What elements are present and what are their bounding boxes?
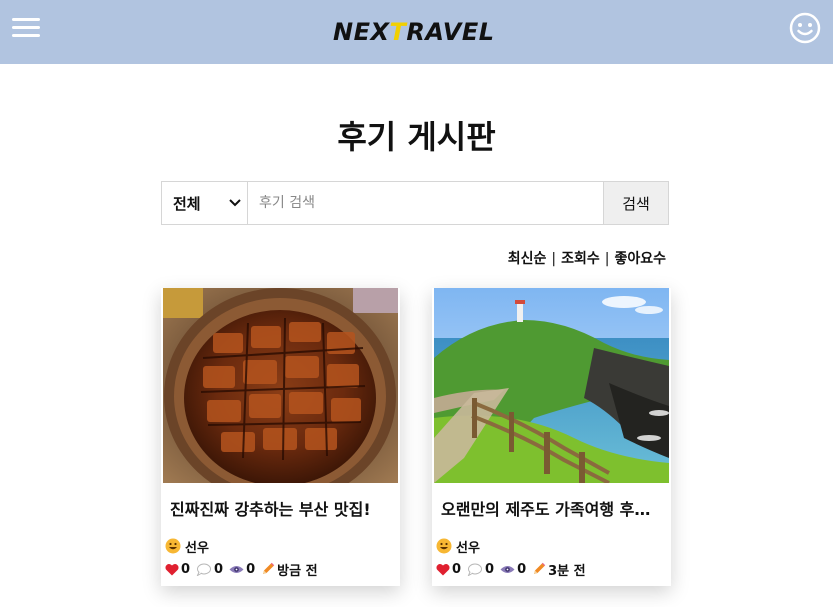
brand-logo[interactable]: NEXTRAVEL — [333, 14, 495, 50]
post-stats: 0 0 0 3분 전 — [436, 560, 592, 579]
heart-icon — [436, 563, 450, 575]
view-count-value: 0 — [246, 561, 256, 577]
search-button[interactable]: 검색 — [603, 182, 668, 224]
page-title: 후기 게시판 — [337, 118, 496, 156]
view-count-value: 0 — [517, 561, 527, 577]
post-author-name: 선우 — [456, 540, 480, 556]
post-title[interactable]: 오랜만의 제주도 가족여행 후… — [441, 496, 665, 520]
sort-separator: | — [551, 251, 557, 267]
sort-likes-link[interactable]: 좋아요수 — [614, 251, 666, 267]
post-thumbnail-eel-bowl[interactable] — [163, 288, 398, 483]
top-header: NEXTRAVEL — [0, 0, 833, 64]
post-time-value: 방금 전 — [277, 563, 318, 579]
view-count: 0 — [229, 562, 255, 577]
grinning-face-emoji-icon — [436, 538, 452, 554]
sort-separator: | — [604, 251, 610, 267]
grinning-face-emoji-icon — [165, 538, 181, 554]
post-stats: 0 0 0 방금 전 — [165, 560, 324, 579]
comment-count: 0 — [467, 562, 494, 577]
heart-icon — [165, 563, 179, 575]
sort-options: 최신순 | 조회수 | 좋아요수 — [508, 248, 666, 268]
pencil-icon — [263, 562, 275, 574]
sort-latest-link[interactable]: 최신순 — [508, 251, 547, 267]
logo-text-part1: NEX — [333, 18, 390, 46]
post-time: 3분 전 — [532, 560, 586, 579]
like-count-value: 0 — [181, 561, 191, 577]
chevron-down-icon — [229, 199, 241, 207]
category-select[interactable]: 전체 — [162, 182, 248, 224]
post-author: 선우 — [165, 537, 209, 556]
post-time-value: 3분 전 — [548, 563, 586, 579]
post-time: 방금 전 — [261, 560, 318, 579]
post-title[interactable]: 진짜진짜 강추하는 부산 맛집! — [170, 496, 394, 520]
logo-text-highlight: T — [389, 18, 407, 46]
post-card[interactable]: 진짜진짜 강추하는 부산 맛집! 선우 0 0 0 방금 전 — [161, 288, 400, 586]
category-selected-value: 전체 — [173, 195, 201, 213]
eye-icon — [229, 565, 244, 573]
post-author: 선우 — [436, 537, 480, 556]
pencil-icon — [534, 562, 546, 574]
post-thumbnail-jeju-coast[interactable] — [434, 288, 669, 483]
sort-views-link[interactable]: 조회수 — [561, 251, 600, 267]
speech-bubble-icon — [196, 563, 212, 576]
smiley-face-icon[interactable] — [789, 12, 821, 44]
search-input[interactable] — [248, 182, 603, 224]
comment-count: 0 — [196, 562, 223, 577]
search-bar: 전체 검색 — [161, 181, 669, 225]
eye-icon — [500, 565, 515, 573]
like-count[interactable]: 0 — [165, 562, 190, 577]
speech-bubble-icon — [467, 563, 483, 576]
view-count: 0 — [500, 562, 526, 577]
logo-text-part2: RAVEL — [406, 18, 495, 46]
like-count-value: 0 — [452, 561, 462, 577]
like-count[interactable]: 0 — [436, 562, 461, 577]
comment-count-value: 0 — [485, 561, 495, 577]
hamburger-menu-icon[interactable] — [12, 16, 40, 40]
comment-count-value: 0 — [214, 561, 224, 577]
post-author-name: 선우 — [185, 540, 209, 556]
post-card[interactable]: 오랜만의 제주도 가족여행 후… 선우 0 0 0 3분 전 — [432, 288, 671, 586]
